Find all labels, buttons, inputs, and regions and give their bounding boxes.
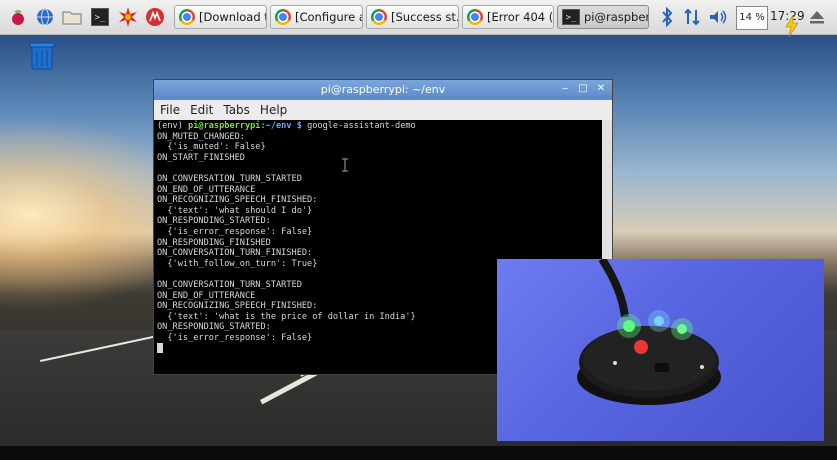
maximize-icon[interactable]: □ <box>576 82 590 96</box>
task-label: [Download t... <box>199 10 266 24</box>
task-label: [Configure a... <box>295 10 362 24</box>
terminal-line: {'text': 'what should I do'} <box>157 205 313 216</box>
window-title: pi@raspberrypi: ~/env <box>320 83 446 96</box>
prompt-env: (env) <box>157 121 189 131</box>
prompt-user: pi@raspberrypi <box>188 121 261 131</box>
volume-icon[interactable] <box>706 5 730 29</box>
menu-file[interactable]: File <box>160 103 180 117</box>
terminal-line: ON_END_OF_UTTERANCE <box>157 184 256 195</box>
terminal-icon[interactable]: >_ <box>88 5 112 29</box>
minimize-icon[interactable]: ‒ <box>558 82 572 96</box>
cpu-monitor[interactable]: 14 % <box>736 6 768 30</box>
trash-icon[interactable] <box>28 40 56 70</box>
taskbar-task-configure[interactable]: [Configure a... <box>270 5 363 29</box>
eject-icon[interactable] <box>805 5 829 29</box>
file-manager-icon[interactable] <box>60 5 84 29</box>
taskbar: >_ [Download t... [Configure a... [Succe… <box>0 0 837 38</box>
prompt-command: google-assistant-demo <box>301 121 416 131</box>
terminal-line: ON_RESPONDING_FINISHED <box>157 237 271 248</box>
terminal-line: ON_RESPONDING_STARTED: <box>157 216 271 227</box>
ibeam-cursor-icon <box>342 158 348 172</box>
wolfram-icon[interactable] <box>143 5 167 29</box>
text-cursor <box>157 343 163 354</box>
chrome-icon <box>275 9 291 25</box>
voice-board-photo <box>497 259 824 441</box>
network-arrows-icon[interactable] <box>680 5 704 29</box>
close-icon[interactable]: ✕ <box>594 82 608 96</box>
prompt-line: (env) pi@raspberrypi:~/env $ google-assi… <box>157 121 599 132</box>
terminal-line: ON_CONVERSATION_TURN_FINISHED: <box>157 248 313 259</box>
starburst-app-icon[interactable] <box>116 5 140 29</box>
terminal-line: ON_MUTED_CHANGED: <box>157 131 245 142</box>
terminal-line: {'is_muted': False} <box>157 142 266 153</box>
taskbar-task-success[interactable]: [Success st... <box>366 5 459 29</box>
cpu-label: 14 % <box>739 12 765 23</box>
bottom-letterbox <box>0 446 837 460</box>
taskbar-task-download[interactable]: [Download t... <box>174 5 267 29</box>
power-warning-icon[interactable] <box>780 14 804 38</box>
task-label: pi@raspber... <box>584 10 649 24</box>
task-label: [Success st... <box>391 10 458 24</box>
terminal-titlebar[interactable]: pi@raspberrypi: ~/env ‒ □ ✕ <box>154 80 612 100</box>
chrome-icon <box>371 9 387 25</box>
terminal-line: {'is_error_response': False} <box>157 226 313 237</box>
terminal-icon: >_ <box>562 9 580 25</box>
bluetooth-icon[interactable] <box>655 5 679 29</box>
terminal-line: ON_RECOGNIZING_SPEECH_FINISHED: <box>157 195 318 206</box>
task-label: [Error 404 (... <box>487 10 554 24</box>
terminal-line: ON_START_FINISHED <box>157 152 245 163</box>
terminal-menubar: File Edit Tabs Help <box>154 100 612 120</box>
menu-edit[interactable]: Edit <box>190 103 213 117</box>
terminal-line: ON_CONVERSATION_TURN_STARTED <box>157 173 302 184</box>
menu-tabs[interactable]: Tabs <box>223 103 250 117</box>
chrome-icon <box>179 9 195 25</box>
prompt-path: :~/env $ <box>260 121 302 131</box>
taskbar-task-terminal[interactable]: >_ pi@raspber... <box>557 5 649 29</box>
chrome-icon <box>467 9 483 25</box>
taskbar-task-error404[interactable]: [Error 404 (... <box>462 5 554 29</box>
menu-help[interactable]: Help <box>260 103 287 117</box>
browser-globe-icon[interactable] <box>33 5 57 29</box>
raspberry-menu-icon[interactable] <box>6 5 30 29</box>
